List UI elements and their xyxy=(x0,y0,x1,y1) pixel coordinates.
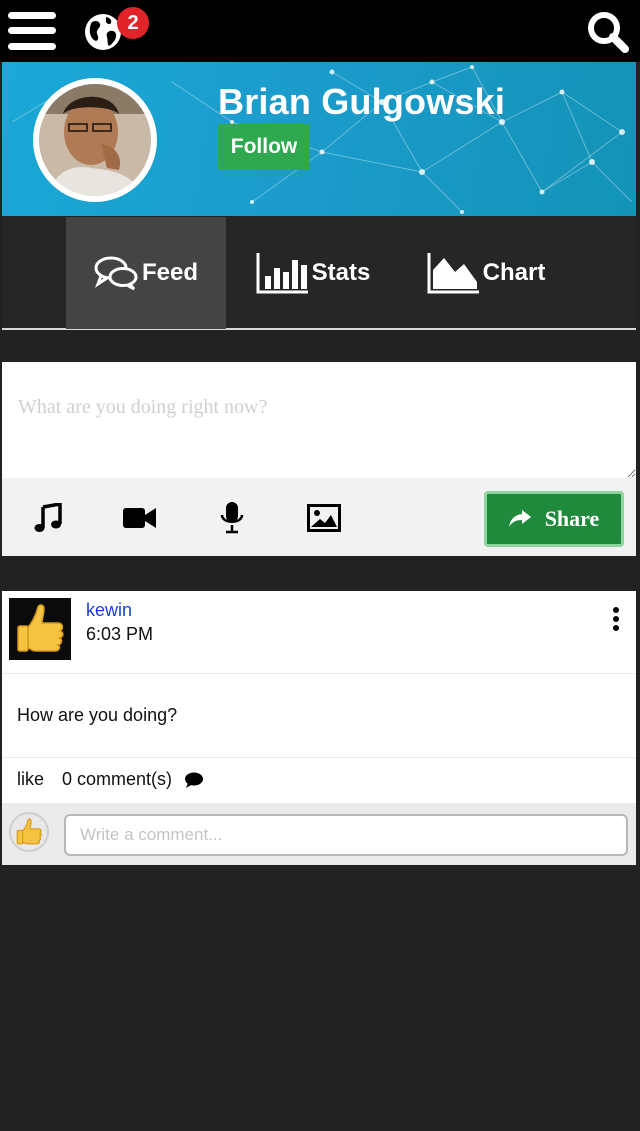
comment-input[interactable] xyxy=(64,814,628,856)
share-button[interactable]: Share xyxy=(484,491,624,547)
tab-stats-label: Stats xyxy=(311,259,371,286)
notification-count-badge[interactable]: 2 xyxy=(117,7,149,39)
profile-tabs: Feed Stats Chart xyxy=(2,217,636,330)
profile-avatar[interactable] xyxy=(33,78,157,202)
share-arrow-icon xyxy=(508,510,531,527)
post-timestamp: 6:03 PM xyxy=(86,624,154,644)
post-options-icon[interactable] xyxy=(608,607,624,633)
tab-feed-label: Feed xyxy=(141,259,198,286)
commenter-avatar xyxy=(9,812,49,852)
post-author-avatar[interactable] xyxy=(9,598,71,660)
comment-row xyxy=(2,803,636,865)
profile-name: Brian Gulgowski xyxy=(218,81,506,122)
comment-bubble-icon xyxy=(185,772,204,788)
tab-feed[interactable]: Feed xyxy=(66,217,226,329)
post-actions: like 0 comment(s) xyxy=(17,769,204,790)
like-button[interactable]: like xyxy=(17,769,44,790)
speech-bubbles-icon xyxy=(94,256,138,291)
search-icon[interactable] xyxy=(586,10,630,54)
composer-toolbar: Share xyxy=(2,478,636,556)
post-author-name[interactable]: kewin xyxy=(86,600,132,621)
status-input[interactable] xyxy=(2,362,636,478)
comments-count-link[interactable]: 0 comment(s) xyxy=(62,769,172,790)
post-body: How are you doing? xyxy=(17,705,178,725)
follow-button[interactable]: Follow xyxy=(218,124,310,170)
profile-header: Brian Gulgowski Follow xyxy=(2,62,636,216)
microphone-icon[interactable] xyxy=(212,498,252,538)
top-navigation-bar: 2 xyxy=(0,0,640,62)
status-composer: Share xyxy=(2,362,636,556)
divider xyxy=(2,673,636,674)
feed-post: kewin 6:03 PM How are you doing? like 0 … xyxy=(2,591,636,865)
thumbs-up-icon xyxy=(16,818,42,845)
tab-chart[interactable]: Chart xyxy=(422,217,550,329)
hamburger-menu-icon[interactable] xyxy=(8,12,56,52)
globe-icon[interactable] xyxy=(84,13,122,51)
share-label: Share xyxy=(544,506,600,531)
tab-chart-label: Chart xyxy=(482,259,546,286)
music-note-icon[interactable] xyxy=(28,498,68,538)
thumbs-up-icon xyxy=(17,604,64,652)
divider xyxy=(2,757,636,758)
area-chart-icon xyxy=(427,253,479,294)
tab-stats[interactable]: Stats xyxy=(250,217,376,329)
video-camera-icon[interactable] xyxy=(120,498,160,538)
bar-chart-icon xyxy=(256,253,308,294)
image-icon[interactable] xyxy=(304,498,344,538)
